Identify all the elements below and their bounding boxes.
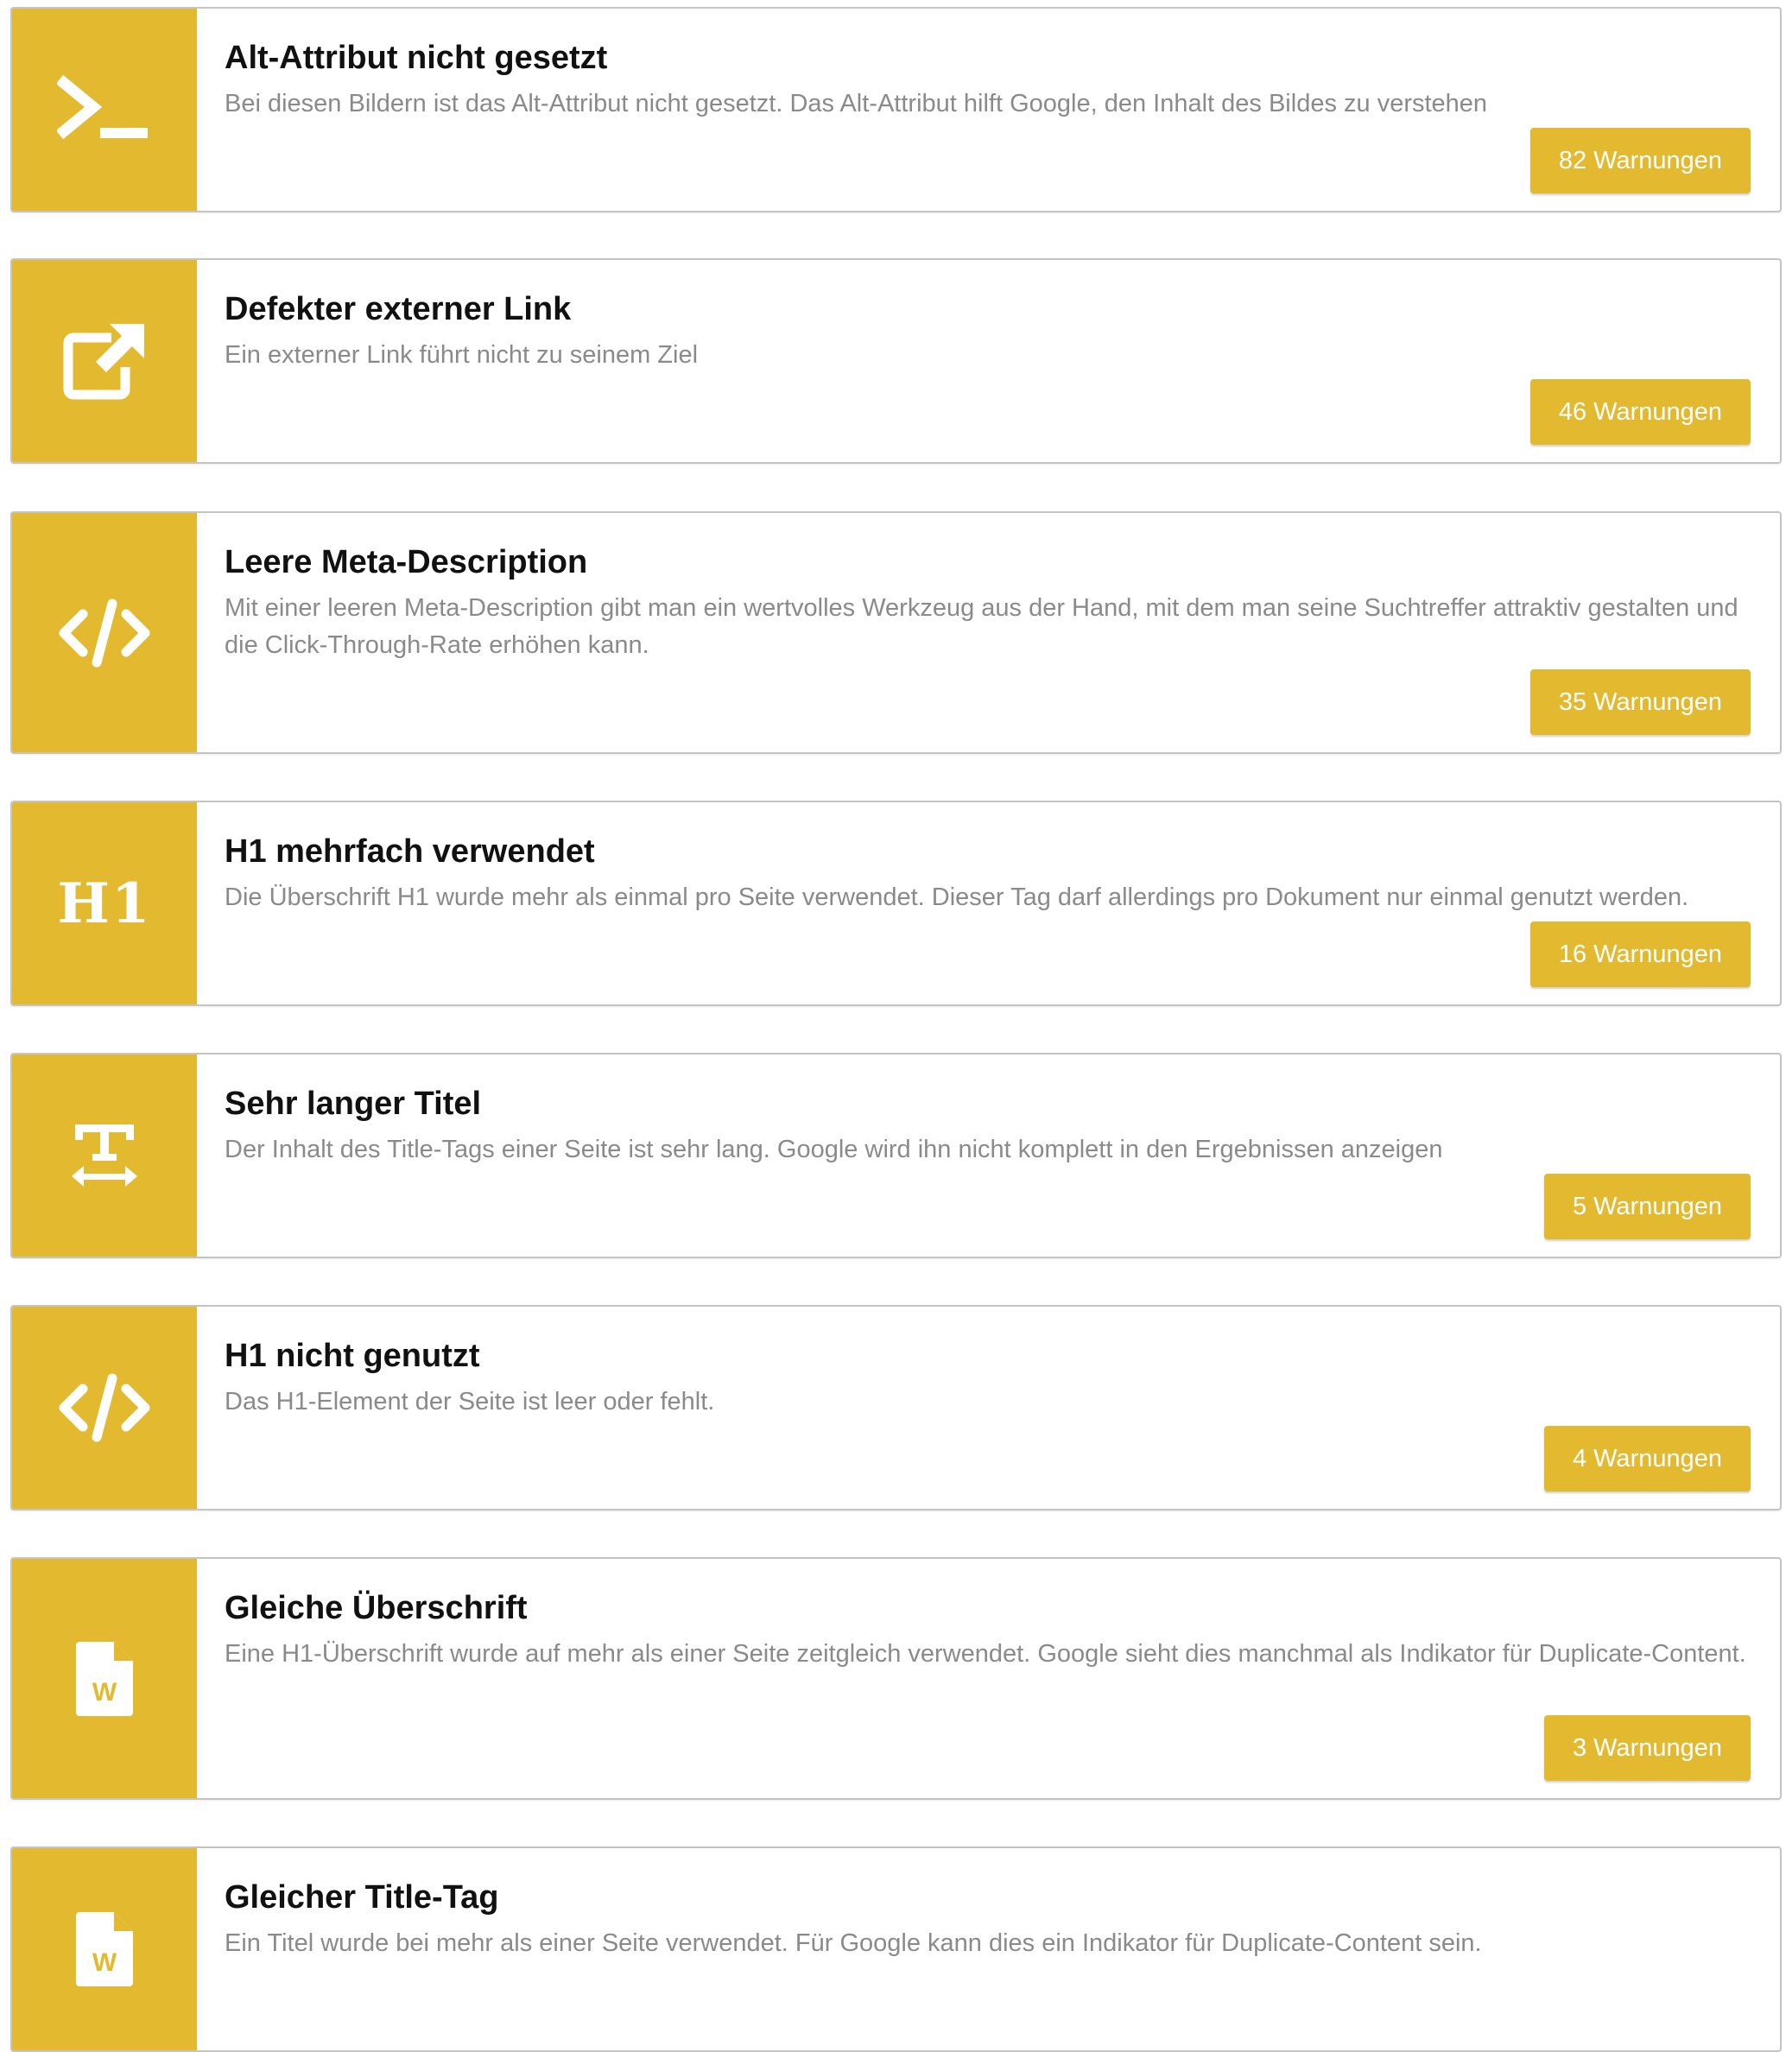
card-content: H1 nicht genutzt Das H1-Element der Seit… <box>225 1307 1752 1509</box>
icon-panel <box>12 513 197 752</box>
warnings-count-button[interactable]: 3 Warnungen <box>1543 1715 1751 1781</box>
card-description: Die Überschrift H1 wurde mehr als einmal… <box>225 884 1689 911</box>
card-description: Mit einer leeren Meta-Description gibt m… <box>225 594 1738 659</box>
warning-card-h1-missing[interactable]: H1 nicht genutzt Das H1-Element der Seit… <box>10 1305 1782 1510</box>
card-title: Sehr langer Titel <box>225 1086 482 1122</box>
card-description: Der Inhalt des Title-Tags einer Seite is… <box>225 1136 1443 1163</box>
h1-icon: H1 <box>57 871 152 936</box>
card-title: Leere Meta-Description <box>225 544 588 580</box>
icon-panel: W <box>12 1848 197 2050</box>
card-content: Sehr langer Titel Der Inhalt des Title-T… <box>225 1054 1752 1257</box>
card-title: Gleiche Überschrift <box>225 1590 528 1626</box>
icon-panel: W <box>12 1559 197 1798</box>
warning-card-empty-meta-description[interactable]: Leere Meta-Description Mit einer leeren … <box>10 511 1782 754</box>
icon-panel <box>12 260 197 462</box>
warnings-count-button[interactable]: 82 Warnungen <box>1529 128 1751 193</box>
code-icon <box>57 1373 152 1442</box>
warning-card-long-title[interactable]: Sehr langer Titel Der Inhalt des Title-T… <box>10 1053 1782 1258</box>
card-description: Ein Titel wurde bei mehr als einer Seite… <box>225 1929 1482 1957</box>
warnings-count-button[interactable]: 46 Warnungen <box>1529 379 1751 445</box>
external-link-icon <box>61 322 148 400</box>
warning-card-alt-attribute[interactable]: Alt-Attribut nicht gesetzt Bei diesen Bi… <box>10 7 1782 212</box>
code-icon <box>57 598 152 668</box>
warning-card-duplicate-title-tag[interactable]: W Gleicher Title-Tag Ein Titel wurde bei… <box>10 1846 1782 2052</box>
warning-card-broken-external-link[interactable]: Defekter externer Link Ein externer Link… <box>10 258 1782 464</box>
card-content: Alt-Attribut nicht gesetzt Bei diesen Bi… <box>225 9 1752 211</box>
text-width-icon <box>70 1121 139 1190</box>
warning-card-duplicate-heading[interactable]: W Gleiche Überschrift Eine H1-Überschrif… <box>10 1557 1782 1800</box>
card-content: H1 mehrfach verwendet Die Überschrift H1… <box>225 802 1752 1004</box>
card-content: Gleicher Title-Tag Ein Titel wurde bei m… <box>225 1848 1752 2050</box>
card-title: H1 nicht genutzt <box>225 1338 480 1374</box>
icon-panel <box>12 1307 197 1509</box>
card-title: Gleicher Title-Tag <box>225 1879 499 1916</box>
icon-panel <box>12 1054 197 1257</box>
card-content: Defekter externer Link Ein externer Link… <box>225 260 1752 462</box>
card-title: Alt-Attribut nicht gesetzt <box>225 40 608 76</box>
card-title: Defekter externer Link <box>225 291 572 327</box>
warning-card-h1-multiple[interactable]: H1 H1 mehrfach verwendet Die Überschrift… <box>10 801 1782 1006</box>
card-content: Leere Meta-Description Mit einer leeren … <box>225 513 1752 752</box>
card-description: Bei diesen Bildern ist das Alt-Attribut … <box>225 90 1488 117</box>
icon-panel <box>12 9 197 211</box>
card-description: Das H1-Element der Seite ist leer oder f… <box>225 1388 715 1416</box>
card-title: H1 mehrfach verwendet <box>225 833 595 870</box>
warnings-count-button[interactable]: 35 Warnungen <box>1529 669 1751 735</box>
warnings-count-button[interactable]: 5 Warnungen <box>1543 1174 1751 1239</box>
word-file-icon: W <box>76 1641 133 1716</box>
warnings-count-button[interactable]: 16 Warnungen <box>1529 922 1751 987</box>
word-file-icon: W <box>76 1912 133 1986</box>
card-content: Gleiche Überschrift Eine H1-Überschrift … <box>225 1559 1752 1798</box>
terminal-icon <box>57 71 152 149</box>
card-description: Ein externer Link führt nicht zu seinem … <box>225 341 699 369</box>
icon-panel: H1 <box>12 802 197 1004</box>
warnings-count-button[interactable]: 4 Warnungen <box>1543 1426 1751 1492</box>
word-letter: W <box>92 1677 117 1707</box>
word-letter: W <box>92 1948 117 1977</box>
card-description: Eine H1-Überschrift wurde auf mehr als e… <box>225 1640 1746 1668</box>
